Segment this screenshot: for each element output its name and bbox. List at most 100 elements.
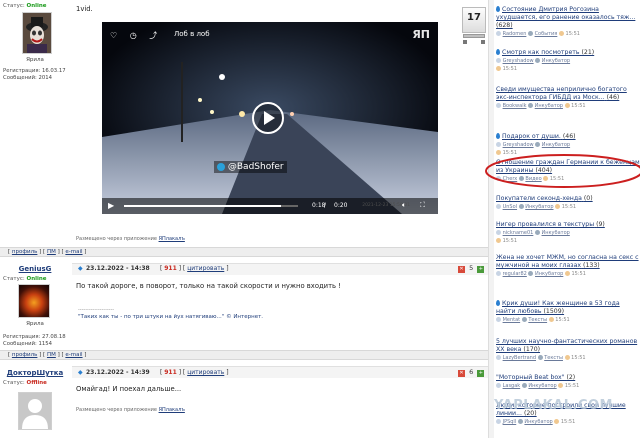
folder-icon xyxy=(537,355,543,360)
avatar[interactable] xyxy=(22,12,52,54)
post-date: 23.12.2022 - 14:38 xyxy=(86,265,150,272)
topic-category[interactable]: Инкубатор xyxy=(535,271,563,277)
vote-counter[interactable]: 17 xyxy=(462,7,486,33)
topic-user[interactable]: Greyshadow xyxy=(503,58,534,64)
sidebar-item[interactable]: "Моторный Beat box" (2) Lasgak Инкубатор… xyxy=(496,374,640,390)
post-score: ✕ 5 + xyxy=(458,264,485,273)
drop-icon xyxy=(496,300,500,306)
topic-time: 15:51 xyxy=(502,238,518,244)
sidebar-item[interactable]: Нигер провалился в текстуры (9) nickname… xyxy=(496,221,640,245)
scrollbar[interactable] xyxy=(488,0,494,438)
user-icon xyxy=(496,103,501,108)
user-meta: Регистрация: 16.03.17 Сообщений: 2014 xyxy=(3,68,66,82)
quote-link[interactable]: цитировать xyxy=(187,265,224,272)
topic-category[interactable]: Тексты xyxy=(544,355,563,361)
play-button[interactable] xyxy=(252,102,284,134)
topic-user[interactable]: Radomen xyxy=(503,31,527,37)
clock-icon[interactable]: ◷ xyxy=(130,31,137,40)
topic-user[interactable]: Bookwalk xyxy=(503,103,527,109)
profile-link[interactable]: профиль xyxy=(12,352,38,358)
topic-title[interactable]: Подарок от души. xyxy=(502,133,561,140)
plus-icon[interactable]: + xyxy=(477,370,485,377)
vote-down-icon[interactable] xyxy=(463,40,467,44)
topic-category[interactable]: Инкубатор xyxy=(542,230,570,236)
heart-icon[interactable]: ♡ xyxy=(110,31,117,40)
via-text: Размещено через приложение xyxy=(76,236,157,242)
topic-title[interactable]: "Моторный Beat box" xyxy=(496,374,564,381)
video-logo: ЯП xyxy=(412,28,430,41)
user-icon xyxy=(496,355,501,360)
post-link-icon[interactable]: ◆ xyxy=(78,265,83,272)
share-icon[interactable]: ⤴ xyxy=(149,30,157,41)
topic-title[interactable]: Жена не хочет МЖМ, но согласна на секс с… xyxy=(496,254,639,269)
topic-category[interactable]: Тексты xyxy=(528,317,547,323)
reg-label: Регистрация: xyxy=(3,334,41,340)
topic-user[interactable]: Lasgak xyxy=(503,383,521,389)
pm-link[interactable]: ПМ xyxy=(47,352,56,358)
topic-title[interactable]: 5 лучших научно-фантастических романов X… xyxy=(496,338,637,353)
sidebar-item[interactable]: Жена не хочет МЖМ, но согласна на секс с… xyxy=(496,254,640,278)
topic-count: (628) xyxy=(496,22,513,29)
topic-title[interactable]: Смотря как посмотреть xyxy=(502,49,580,56)
user-icon xyxy=(496,383,501,388)
via-app-link[interactable]: ЯПлакалъ xyxy=(159,407,185,413)
topic-time: 15:51 xyxy=(502,66,518,72)
post-body: По такой дороге, в поворот, только на та… xyxy=(76,282,341,290)
topic-category[interactable]: Инкубатор xyxy=(542,58,570,64)
rating-value[interactable]: 911 xyxy=(164,369,177,376)
sidebar-item[interactable]: Сведи имущества неприлично богатого экс-… xyxy=(496,86,640,110)
topic-category[interactable]: Инкубатор xyxy=(528,383,556,389)
username[interactable]: GeniusG xyxy=(0,265,70,273)
via-text: Размещено через приложение xyxy=(76,407,157,413)
topic-user[interactable]: nickname01 xyxy=(503,230,534,236)
play-small-icon[interactable]: ▶ xyxy=(108,201,114,210)
seek-bar[interactable] xyxy=(124,205,298,207)
topic-user[interactable]: Greyshadow xyxy=(503,142,534,148)
time-separator: / xyxy=(324,202,327,209)
avatar[interactable] xyxy=(18,392,52,430)
profile-link[interactable]: профиль xyxy=(12,249,38,255)
topic-title[interactable]: Покупатели секонд-хенда xyxy=(496,195,582,202)
topic-category[interactable]: Инкубатор xyxy=(535,103,563,109)
rating-value[interactable]: 911 xyxy=(164,265,177,272)
topic-category[interactable]: Инкубатор xyxy=(542,142,570,148)
minus-icon[interactable]: ✕ xyxy=(458,370,465,377)
topic-category[interactable]: Инкубатор xyxy=(524,419,552,425)
pm-link[interactable]: ПМ xyxy=(47,249,56,255)
topic-user[interactable]: JPSqll xyxy=(503,419,517,425)
topic-title[interactable]: Нигер провалился в текстуры xyxy=(496,221,594,228)
sidebar-item[interactable]: Крик души! Как женщине в 53 года найти л… xyxy=(496,300,640,324)
sidebar-item[interactable]: 5 лучших научно-фантастических романов X… xyxy=(496,338,640,362)
topic-category[interactable]: События xyxy=(535,31,558,37)
username[interactable]: ДокторШутка xyxy=(0,369,70,377)
email-link[interactable]: e-mail xyxy=(65,352,82,358)
footer-links: [ профиль ] [ ПМ ] [ e-mail ] xyxy=(8,352,87,358)
quote-link[interactable]: цитировать xyxy=(187,369,224,376)
topic-title[interactable]: Состояние Дмитрия Рогозина ухудшается, е… xyxy=(496,6,635,21)
topic-user[interactable]: LazyBertrand xyxy=(503,355,536,361)
avatar[interactable] xyxy=(18,284,50,318)
vote-up-icon[interactable] xyxy=(481,40,485,44)
plus-icon[interactable]: + xyxy=(477,266,485,273)
user-icon xyxy=(496,230,501,235)
post-link-icon[interactable]: ◆ xyxy=(78,369,83,376)
sidebar-item[interactable]: Покупатели секонд-хенда (0) UnSol Инкуба… xyxy=(496,195,640,211)
post-score: ✕ 6 + xyxy=(458,368,485,377)
video-player[interactable]: ♡ ◷ ⤴ Лоб в лоб ЯП @BadShofer 2021-12-23… xyxy=(102,22,438,214)
volume-icon[interactable]: 🔈︎ xyxy=(402,201,406,210)
via-app-link[interactable]: ЯПлакалъ xyxy=(159,236,185,242)
fullscreen-icon[interactable]: ⛶ xyxy=(420,201,425,210)
topic-user[interactable]: regular82 xyxy=(503,271,527,277)
minus-icon[interactable]: ✕ xyxy=(458,266,465,273)
topic-user[interactable]: Mentat xyxy=(503,317,521,323)
clock-icon xyxy=(554,419,560,424)
post-date: 23.12.2022 - 14:39 xyxy=(86,369,150,376)
topic-category[interactable]: Инкубатор xyxy=(525,204,553,210)
post: ДокторШутка Статус: Offline ◆ 23.12.2022… xyxy=(0,362,488,438)
email-link[interactable]: e-mail xyxy=(65,249,82,255)
sidebar-item[interactable]: Состояние Дмитрия Рогозина ухудшается, е… xyxy=(496,6,640,38)
topic-user[interactable]: UnSol xyxy=(503,204,517,210)
sidebar-item[interactable]: Смотря как посмотреть (21) Greyshadow Ин… xyxy=(496,49,640,73)
telegram-icon xyxy=(217,162,225,171)
status-value: Online xyxy=(26,3,47,9)
